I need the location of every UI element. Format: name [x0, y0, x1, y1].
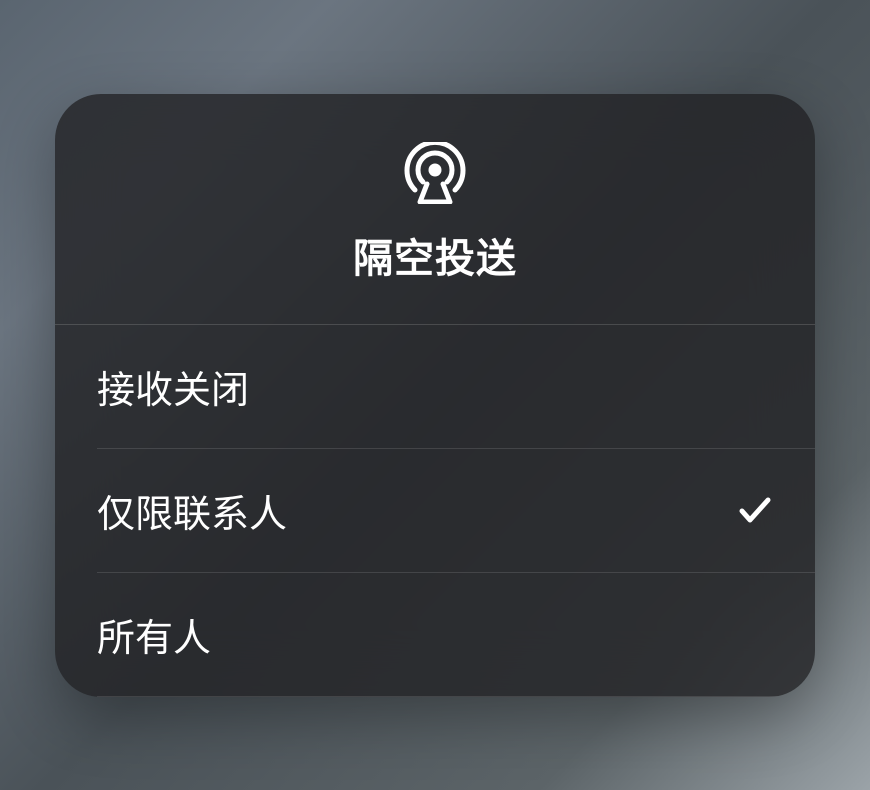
airdrop-settings-panel: 隔空投送 接收关闭 仅限联系人 所有人	[55, 94, 815, 697]
option-receiving-off[interactable]: 接收关闭	[55, 325, 815, 448]
airdrop-icon	[402, 142, 468, 204]
panel-title: 隔空投送	[353, 226, 517, 284]
divider	[97, 696, 815, 697]
option-contacts-only[interactable]: 仅限联系人	[55, 449, 815, 572]
check-icon	[737, 492, 773, 528]
option-label: 接收关闭	[97, 359, 249, 414]
option-everyone[interactable]: 所有人	[55, 573, 815, 696]
option-label: 所有人	[97, 607, 211, 662]
panel-header: 隔空投送	[55, 94, 815, 324]
option-label: 仅限联系人	[97, 483, 287, 538]
